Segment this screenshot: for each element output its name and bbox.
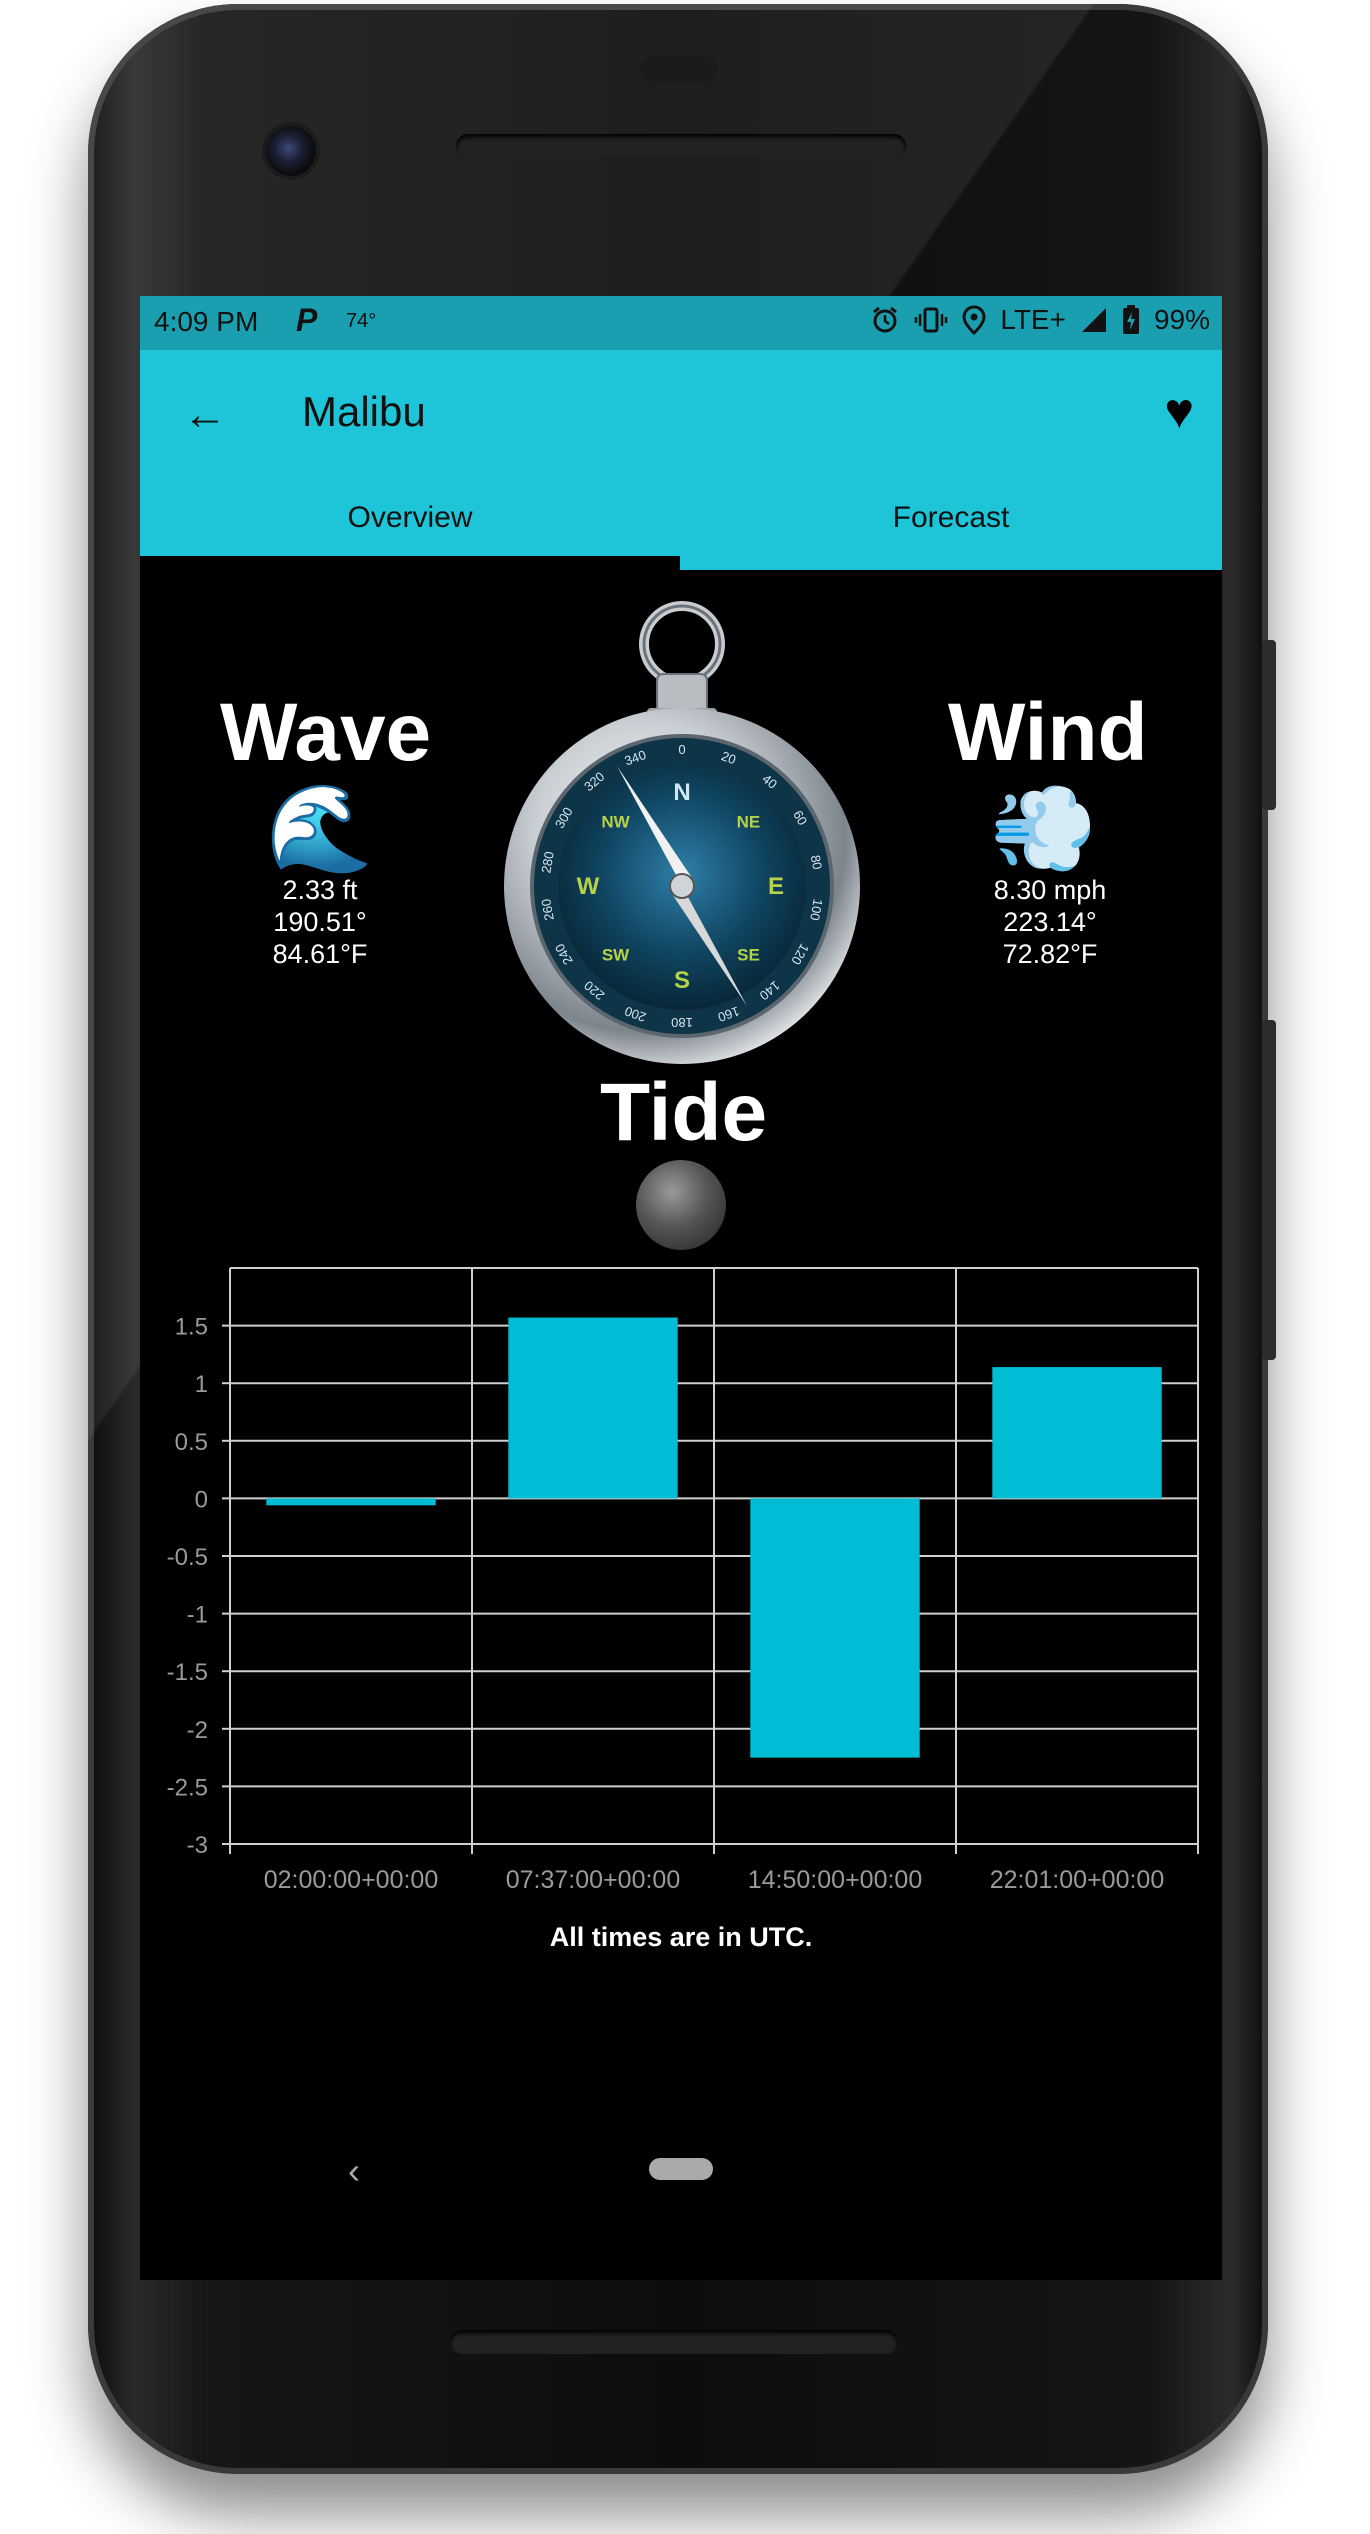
front-camera (266, 126, 316, 176)
status-temperature: 74° (346, 310, 377, 332)
nav-home-button[interactable] (649, 2158, 713, 2180)
tide-bar (992, 1367, 1162, 1499)
wind-emoji-icon: 💨 (990, 781, 1098, 877)
favorite-heart-icon[interactable]: ♥ (1164, 382, 1194, 440)
compass-letter-label: W (577, 873, 600, 900)
status-time: 4:09 PM (154, 306, 259, 337)
x-tick-label: 07:37:00+00:00 (506, 1866, 680, 1894)
x-tick-label: 02:00:00+00:00 (264, 1866, 438, 1894)
y-tick-label: -3 (187, 1832, 208, 1859)
tide-bar (750, 1498, 920, 1758)
compass-letter-label: SE (737, 945, 760, 964)
compass-letter-label: NE (737, 813, 761, 832)
compass-letter-label: NW (601, 813, 630, 832)
y-tick-label: -1.5 (167, 1659, 208, 1686)
power-button (1262, 640, 1276, 810)
screen: 4:09 PM P 74° LTE+ 99% ← Malibu ♥ Overvi… (140, 296, 1222, 2280)
tab-forecast[interactable]: Forecast (680, 480, 1222, 570)
y-tick-label: -2 (187, 1717, 208, 1744)
y-tick-label: -2.5 (167, 1774, 208, 1801)
tide-bar (508, 1317, 678, 1499)
tide-title: Tide (600, 1067, 768, 1158)
compass-letter-label: N (673, 779, 690, 806)
wind-temperature: 72.82°F (1002, 939, 1098, 969)
page-title: Malibu (302, 388, 426, 435)
battery-icon (1122, 305, 1139, 334)
compass-letter-label: SW (602, 945, 630, 964)
parking-icon: P (296, 302, 318, 338)
x-tick-label: 14:50:00+00:00 (748, 1866, 922, 1894)
wave-stats: 2.33 ft 190.51° 84.61°F (230, 874, 410, 970)
tab-overview[interactable]: Overview (140, 480, 680, 556)
wave-emoji-icon: 🌊 (266, 781, 374, 877)
app-bar: ← Malibu ♥ (140, 350, 1222, 480)
wave-height: 2.33 ft (282, 875, 358, 905)
wave-temperature: 84.61°F (272, 939, 368, 969)
y-tick-label: 0.5 (175, 1429, 208, 1456)
status-icons: LTE+ 99% (870, 304, 1210, 336)
tide-indicator (636, 1160, 726, 1250)
wind-title: Wind (948, 687, 1148, 778)
back-arrow-icon[interactable]: ← (180, 390, 230, 440)
battery-percent: 99% (1153, 304, 1210, 335)
compass-degree-label: 80 (808, 854, 825, 871)
tide-bar-chart: 1.5 1 0.5 0 -0.5 -1 -1.5 -2 -2.5 -3 02:00:00+00:00… (167, 1267, 1199, 1894)
y-tick-label: 0 (195, 1486, 208, 1513)
network-type: LTE+ (1000, 304, 1066, 335)
tide-bar (266, 1498, 436, 1506)
status-bar: 4:09 PM P 74° LTE+ 99% (140, 296, 1222, 350)
compass-degree-label: 180 (671, 1015, 693, 1030)
signal-icon (1081, 308, 1106, 332)
x-tick-label: 22:01:00+00:00 (990, 1866, 1164, 1894)
y-tick-label: -1 (187, 1602, 208, 1629)
compass-icon: 0 204060801001201401601802002202402602803… (504, 601, 860, 1064)
vibrate-icon (915, 307, 948, 333)
wave-direction: 190.51° (273, 907, 367, 937)
nav-back-icon[interactable]: ‹ (348, 2150, 360, 2192)
earpiece-speaker (456, 134, 906, 158)
wind-stats: 8.30 mph 223.14° 72.82°F (940, 874, 1160, 970)
compass-letter-label: E (768, 873, 784, 900)
alarm-icon (873, 306, 898, 333)
y-tick-label: 1 (195, 1371, 208, 1398)
location-icon (962, 305, 986, 335)
compass-degree-label: 0 (678, 742, 685, 757)
proximity-sensor (640, 56, 718, 82)
y-tick-label: -0.5 (167, 1544, 208, 1571)
wind-speed: 8.30 mph (993, 875, 1107, 905)
tab-bar: Overview Forecast (140, 480, 1222, 570)
volume-button (1262, 1020, 1276, 1360)
utc-footnote: All times are in UTC. (549, 1922, 813, 1952)
compass-letter-label: S (674, 967, 690, 994)
wave-title: Wave (220, 687, 432, 778)
wind-direction: 223.14° (1003, 907, 1097, 937)
bottom-speaker (450, 2330, 898, 2354)
y-tick-label: 1.5 (175, 1314, 208, 1341)
